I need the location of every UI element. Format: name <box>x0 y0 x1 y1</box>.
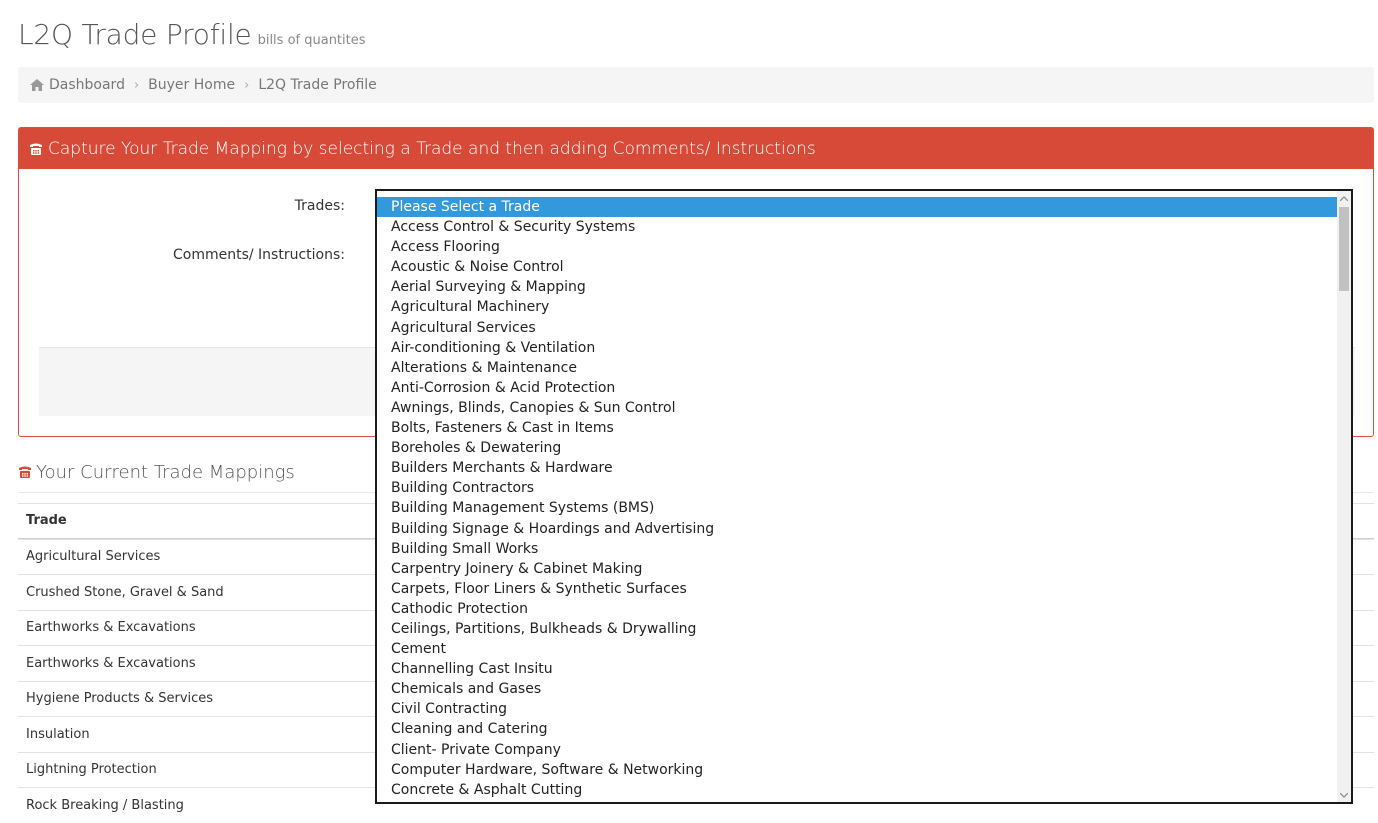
breadcrumb-buyer-home[interactable]: Buyer Home <box>148 77 235 93</box>
table-cell-trade: Insulation <box>26 726 90 742</box>
breadcrumb: Dashboard › Buyer Home › L2Q Trade Profi… <box>18 67 1374 103</box>
trade-option[interactable]: Ceilings, Partitions, Bulkheads & Drywal… <box>377 619 1339 639</box>
trade-option[interactable]: Carpets, Floor Liners & Synthetic Surfac… <box>377 579 1339 599</box>
comments-label: Comments/ Instructions: <box>173 247 345 263</box>
page-title: L2Q Trade Profile <box>18 18 252 51</box>
trades-options-list: Please Select a Trade Access Control & S… <box>377 197 1339 800</box>
trade-option[interactable]: Channelling Cast Insitu <box>377 659 1339 679</box>
trade-option[interactable]: Agricultural Machinery <box>377 297 1339 317</box>
page-header: L2Q Trade Profile bills of quantites <box>18 18 366 58</box>
trade-option[interactable]: Awnings, Blinds, Canopies & Sun Control <box>377 398 1339 418</box>
table-cell-trade: Lightning Protection <box>26 762 157 778</box>
trade-option[interactable]: Alterations & Maintenance <box>377 358 1339 378</box>
trade-option[interactable]: Anti-Corrosion & Acid Protection <box>377 378 1339 398</box>
table-cell-trade: Hygiene Products & Services <box>26 691 214 707</box>
home-icon <box>30 79 44 91</box>
trade-option[interactable]: Computer Hardware, Software & Networking <box>377 760 1339 780</box>
trade-option[interactable]: Cathodic Protection <box>377 599 1339 619</box>
panel-heading: Capture Your Trade Mapping by selecting … <box>19 128 1373 169</box>
trade-option[interactable]: Building Contractors <box>377 478 1339 498</box>
trade-option[interactable]: Building Small Works <box>377 539 1339 559</box>
trade-option[interactable]: Access Control & Security Systems <box>377 217 1339 237</box>
trade-option[interactable]: Access Flooring <box>377 237 1339 257</box>
trade-option-placeholder[interactable]: Please Select a Trade <box>377 197 1339 218</box>
trade-option[interactable]: Aerial Surveying & Mapping <box>377 277 1339 297</box>
chevron-right-icon: › <box>244 77 250 93</box>
trade-option[interactable]: Acoustic & Noise Control <box>377 257 1339 277</box>
column-header-trade: Trade <box>26 513 67 529</box>
breadcrumb-current: L2Q Trade Profile <box>258 77 377 93</box>
page-subtitle: bills of quantites <box>257 33 366 48</box>
trade-option[interactable]: Client- Private Company <box>377 740 1339 760</box>
current-mappings-title: Your Current Trade Mappings <box>36 461 295 483</box>
scroll-up-arrow-icon[interactable] <box>1337 191 1351 205</box>
trade-option[interactable]: Cleaning and Catering <box>377 719 1339 739</box>
scrollbar-thumb[interactable] <box>1339 207 1349 291</box>
chevron-right-icon: › <box>133 77 140 93</box>
trade-option[interactable]: Bolts, Fasteners & Cast in Items <box>377 418 1339 438</box>
table-cell-trade: Earthworks & Excavations <box>26 655 196 671</box>
trades-label: Trades: <box>294 198 345 214</box>
trade-option[interactable]: Air-conditioning & Ventilation <box>377 338 1339 358</box>
breadcrumb-dashboard[interactable]: Dashboard <box>49 77 125 93</box>
trade-option[interactable]: Concrete & Asphalt Cutting <box>377 780 1339 800</box>
trade-option[interactable]: Builders Merchants & Hardware <box>377 458 1339 478</box>
trade-option[interactable]: Building Management Systems (BMS) <box>377 498 1339 518</box>
phone-icon <box>29 143 43 155</box>
trades-select-dropdown[interactable]: Please Select a Trade Access Control & S… <box>375 189 1353 804</box>
table-cell-trade: Crushed Stone, Gravel & Sand <box>26 584 224 600</box>
trade-option[interactable]: Boreholes & Dewatering <box>377 438 1339 458</box>
scroll-down-arrow-icon[interactable] <box>1337 788 1351 802</box>
trade-option[interactable]: Civil Contracting <box>377 699 1339 719</box>
table-cell-trade: Rock Breaking / Blasting <box>26 797 184 813</box>
table-cell-trade: Agricultural Services <box>26 549 161 565</box>
phone-icon <box>18 466 32 478</box>
trade-option[interactable]: Chemicals and Gases <box>377 679 1339 699</box>
trade-option[interactable]: Building Signage & Hoardings and Adverti… <box>377 519 1339 539</box>
trade-option[interactable]: Agricultural Services <box>377 318 1339 338</box>
trade-option[interactable]: Cement <box>377 639 1339 659</box>
dropdown-scrollbar[interactable] <box>1337 191 1351 802</box>
current-mappings-heading: Your Current Trade Mappings <box>18 460 295 484</box>
trade-option[interactable]: Carpentry Joinery & Cabinet Making <box>377 559 1339 579</box>
panel-heading-text: Capture Your Trade Mapping by selecting … <box>48 138 816 159</box>
table-cell-trade: Earthworks & Excavations <box>26 620 196 636</box>
